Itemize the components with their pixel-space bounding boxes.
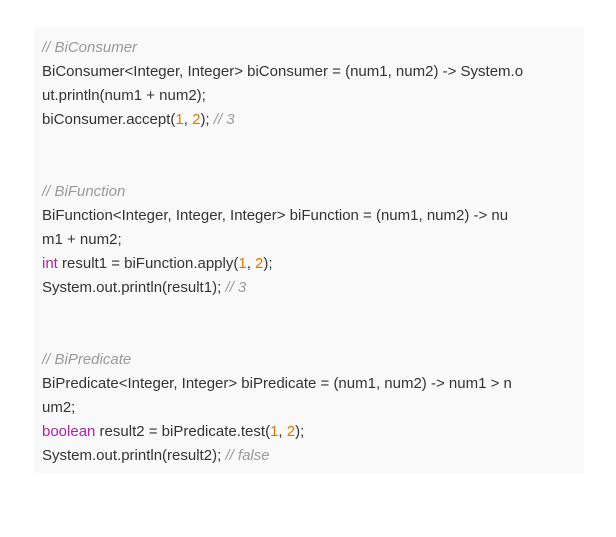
result-comment: // false xyxy=(225,447,270,464)
argument-separator: , xyxy=(278,423,287,440)
number-literal: 1 xyxy=(238,255,247,272)
biconsumer-declaration-line2: ut.println(num1 + num2); xyxy=(42,87,206,104)
code-line: BiFunction<Integer, Integer, Integer> bi… xyxy=(42,204,576,228)
bipredicate-declaration-line2: um2; xyxy=(42,399,76,416)
code-line: // BiFunction xyxy=(42,180,576,204)
type-keyword: int xyxy=(42,255,58,272)
comment-bifunction: // BiFunction xyxy=(42,183,126,200)
bifunction-apply-assign: result1 = biFunction.apply( xyxy=(57,255,239,272)
code-line: biConsumer.accept(1, 2); // 3 xyxy=(42,108,576,132)
print-statement: System.out.println(result2); xyxy=(42,447,226,464)
code-line: BiConsumer<Integer, Integer> biConsumer … xyxy=(42,60,576,84)
type-keyword: boolean xyxy=(42,423,96,440)
code-line: System.out.println(result2); // false xyxy=(42,444,576,468)
argument-separator: , xyxy=(246,255,256,272)
comment-bipredicate: // BiPredicate xyxy=(42,351,132,368)
code-line: ut.println(num1 + num2); xyxy=(42,84,576,108)
argument-separator: , xyxy=(183,111,193,128)
code-line: BiPredicate<Integer, Integer> biPredicat… xyxy=(42,372,576,396)
bipredicate-declaration-line1: BiPredicate<Integer, Integer> biPredicat… xyxy=(42,375,512,392)
bifunction-declaration-line1: BiFunction<Integer, Integer, Integer> bi… xyxy=(42,207,509,224)
call-suffix: ); xyxy=(200,111,214,128)
number-literal: 1 xyxy=(175,111,184,128)
bipredicate-test-assign: result2 = biPredicate.test( xyxy=(95,423,271,440)
number-literal: 2 xyxy=(286,423,296,440)
comment-biconsumer: // BiConsumer xyxy=(42,39,138,56)
code-line: um2; xyxy=(42,396,576,420)
code-line: System.out.println(result1); // 3 xyxy=(42,276,576,300)
code-block: // BiConsumer BiConsumer<Integer, Intege… xyxy=(34,27,584,473)
print-statement: System.out.println(result1); xyxy=(42,279,226,296)
biconsumer-accept-call: biConsumer.accept( xyxy=(42,111,176,128)
result-comment: // 3 xyxy=(213,111,235,128)
assign-suffix: ); xyxy=(295,423,305,440)
result-comment: // 3 xyxy=(225,279,247,296)
biconsumer-declaration-line1: BiConsumer<Integer, Integer> biConsumer … xyxy=(42,63,524,80)
code-line: // BiConsumer xyxy=(42,36,576,60)
bifunction-declaration-line2: m1 + num2; xyxy=(42,231,122,248)
code-line: int result1 = biFunction.apply(1, 2); xyxy=(42,252,576,276)
code-line: boolean result2 = biPredicate.test(1, 2)… xyxy=(42,420,576,444)
assign-suffix: ); xyxy=(263,255,273,272)
code-line: m1 + num2; xyxy=(42,228,576,252)
code-line: // BiPredicate xyxy=(42,348,576,372)
